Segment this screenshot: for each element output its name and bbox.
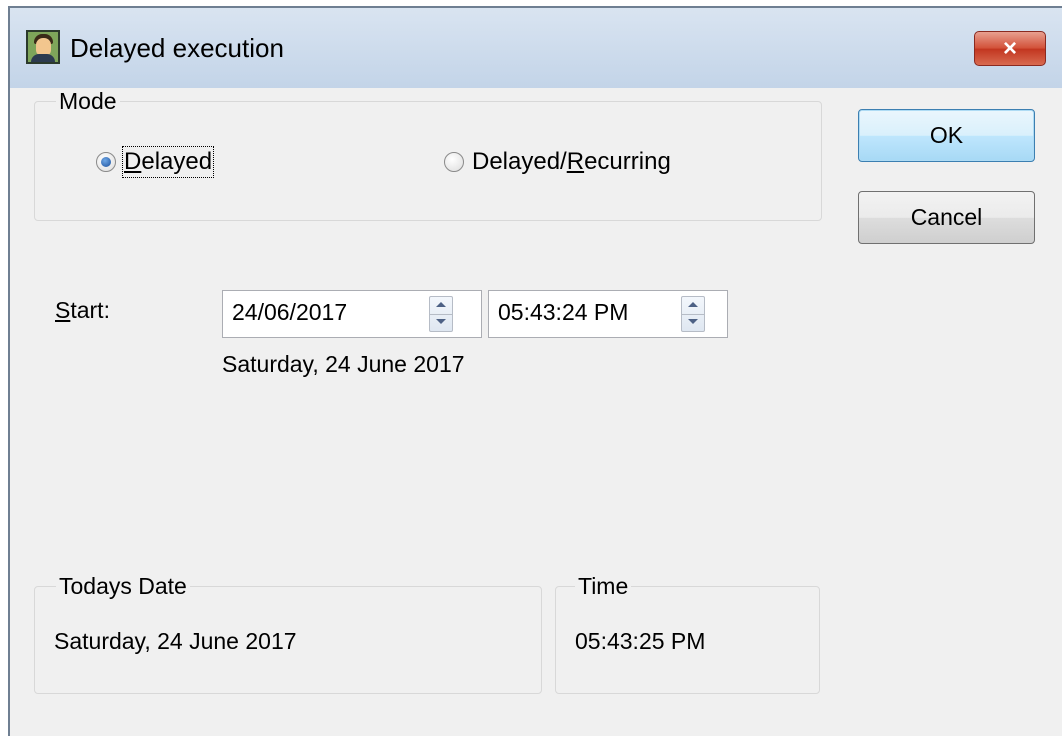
close-icon: × (1002, 35, 1017, 62)
todays-date-group-label: Todays Date (56, 573, 190, 600)
mode-group-label: Mode (56, 88, 120, 115)
close-button[interactable]: × (974, 31, 1046, 66)
radio-selected-dot (101, 157, 111, 167)
cancel-button[interactable]: Cancel (858, 191, 1035, 244)
date-spin-down[interactable] (430, 314, 452, 331)
dialog-window: Delayed execution × Mode Delayed Delayed… (8, 6, 1062, 736)
user-portrait-icon[interactable] (26, 30, 60, 64)
title-bar[interactable]: Delayed execution × (10, 8, 1062, 88)
radio-delayed-recurring-indicator[interactable] (444, 152, 464, 172)
start-date-value[interactable]: 24/06/2017 (232, 299, 347, 326)
time-group-label: Time (575, 573, 632, 600)
start-time-value[interactable]: 05:43:24 PM (498, 299, 628, 326)
todays-date-value: Saturday, 24 June 2017 (54, 628, 297, 654)
window-title: Delayed execution (70, 33, 284, 63)
start-time-picker[interactable]: 05:43:24 PM (488, 290, 728, 338)
arrow-up-icon (688, 302, 698, 307)
time-spin-up[interactable] (682, 297, 704, 315)
time-spinner[interactable] (681, 296, 705, 332)
current-time-value: 05:43:25 PM (575, 628, 706, 654)
radio-delayed-label[interactable]: Delayed (121, 146, 215, 178)
start-date-long: Saturday, 24 June 2017 (222, 351, 465, 377)
ok-button[interactable]: OK (858, 109, 1035, 162)
arrow-up-icon (436, 302, 446, 307)
arrow-down-icon (436, 319, 446, 324)
date-spin-up[interactable] (430, 297, 452, 315)
date-spinner[interactable] (429, 296, 453, 332)
start-label: Start: (55, 297, 110, 323)
radio-delayed-indicator[interactable] (96, 152, 116, 172)
time-spin-down[interactable] (682, 314, 704, 331)
arrow-down-icon (688, 319, 698, 324)
radio-delayed-recurring-label[interactable]: Delayed/Recurring (472, 148, 671, 176)
start-date-picker[interactable]: 24/06/2017 (222, 290, 482, 338)
